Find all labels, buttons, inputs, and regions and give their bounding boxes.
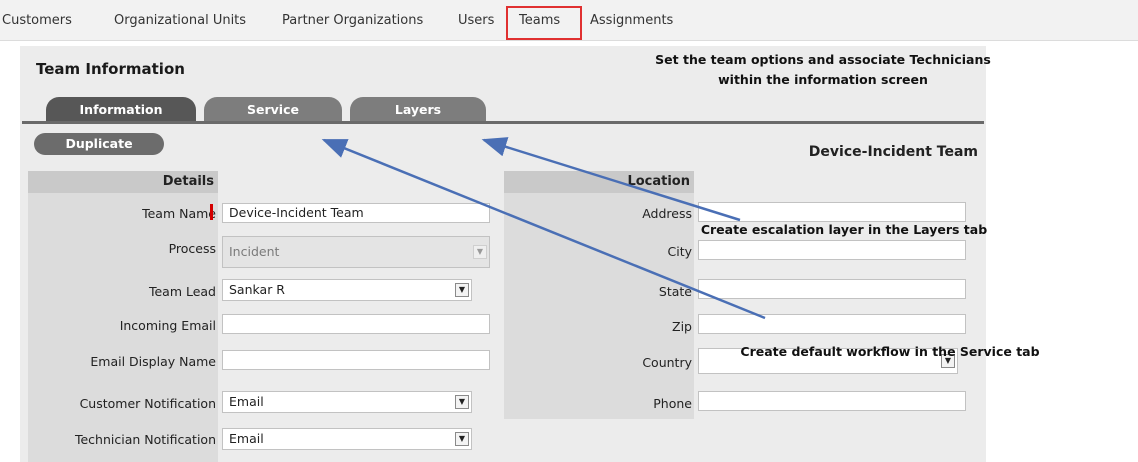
- arrow-to-service-tab: [321, 138, 766, 320]
- arrow-to-layers-tab: [481, 137, 741, 222]
- annotation-arrows: [321, 137, 766, 320]
